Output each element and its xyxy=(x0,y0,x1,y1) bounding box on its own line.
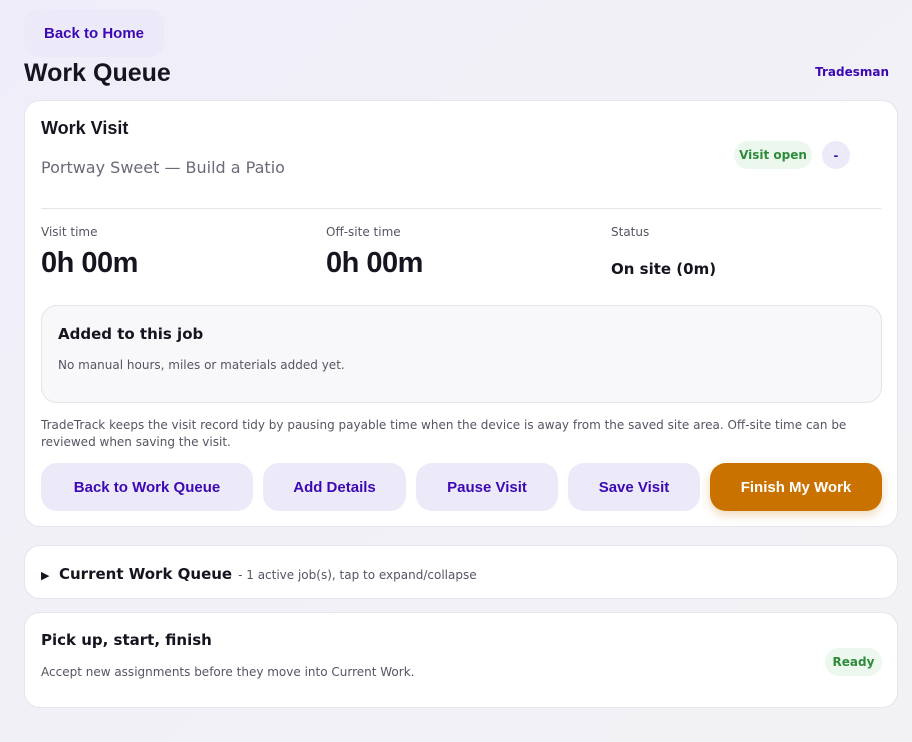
visit-time-value: 0h 00m xyxy=(41,247,138,279)
added-to-job-title: Added to this job xyxy=(58,325,204,343)
added-to-job-text: No manual hours, miles or materials adde… xyxy=(58,358,345,372)
status-value: On site (0m) xyxy=(611,260,717,278)
add-details-button[interactable]: Add Details xyxy=(263,463,406,511)
visit-time-label: Visit time xyxy=(41,225,98,239)
pickup-title: Pick up, start, finish xyxy=(41,631,212,649)
back-to-home-button[interactable]: Back to Home xyxy=(24,9,164,57)
divider xyxy=(41,208,881,209)
pickup-card: Pick up, start, finish Accept new assign… xyxy=(24,612,898,708)
status-label: Status xyxy=(611,225,650,239)
expand-triangle-icon[interactable]: ▶ xyxy=(41,569,53,582)
current-work-queue-hint: - 1 active job(s), tap to expand/collaps… xyxy=(238,568,477,582)
current-work-queue-title: Current Work Queue xyxy=(59,565,233,583)
added-to-job-panel: Added to this job No manual hours, miles… xyxy=(41,305,882,403)
finish-my-work-button[interactable]: Finish My Work xyxy=(710,463,882,511)
role-label: Tradesman xyxy=(815,65,889,79)
work-visit-card: Work Visit Portway Sweet — Build a Patio… xyxy=(24,100,898,527)
visit-subtitle: Portway Sweet — Build a Patio xyxy=(41,158,285,177)
back-to-work-queue-button[interactable]: Back to Work Queue xyxy=(41,463,253,511)
current-work-queue-toggle[interactable]: ▶ Current Work Queue - 1 active job(s), … xyxy=(41,565,477,583)
offsite-time-label: Off-site time xyxy=(326,225,401,239)
tracking-note: TradeTrack keeps the visit record tidy b… xyxy=(41,418,847,449)
visit-status-badge: Visit open xyxy=(734,141,812,169)
ready-badge: Ready xyxy=(825,648,882,676)
offsite-time-value: 0h 00m xyxy=(326,247,423,279)
pickup-text: Accept new assignments before they move … xyxy=(41,665,415,679)
current-work-queue-card[interactable]: ▶ Current Work Queue - 1 active job(s), … xyxy=(24,545,898,599)
visit-title: Work Visit xyxy=(41,118,129,138)
save-visit-button[interactable]: Save Visit xyxy=(568,463,700,511)
visit-extra-badge: - xyxy=(822,141,850,169)
pause-visit-button[interactable]: Pause Visit xyxy=(416,463,558,511)
page-title: Work Queue xyxy=(24,59,171,87)
